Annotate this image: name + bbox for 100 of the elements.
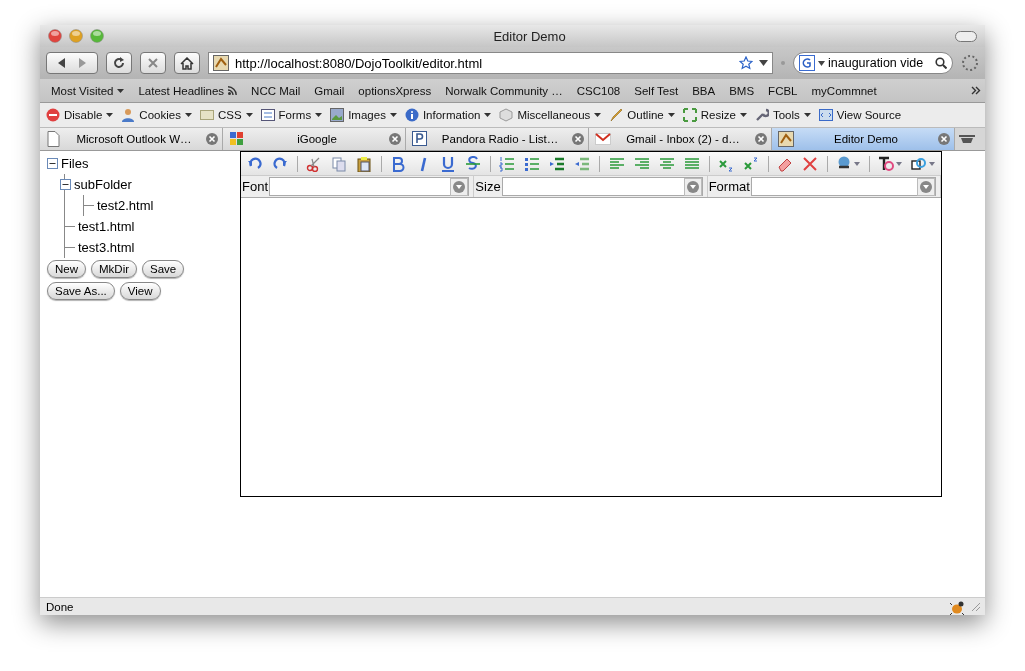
toolbar-menu-button[interactable]: CSS <box>195 108 257 122</box>
bookmark-link[interactable]: Gmail <box>307 84 352 97</box>
home-button[interactable] <box>174 52 200 74</box>
toolbar-menu-button[interactable]: Cookies <box>117 108 196 122</box>
text-color-icon[interactable] <box>878 155 902 172</box>
close-icon[interactable] <box>389 133 401 145</box>
page-icon <box>46 131 62 147</box>
tree-item[interactable]: Files <box>61 156 89 171</box>
align-right-icon[interactable] <box>633 155 650 172</box>
google-icon <box>229 131 245 147</box>
bookmark-link[interactable]: BBA <box>685 84 723 97</box>
star-icon <box>739 56 753 70</box>
close-icon[interactable] <box>572 133 584 145</box>
undo-icon[interactable] <box>247 155 263 172</box>
stop-button[interactable] <box>140 52 166 74</box>
align-center-icon[interactable] <box>658 155 675 172</box>
resize-icon <box>682 108 697 122</box>
action-button[interactable]: MkDir <box>91 260 138 278</box>
clipboard-icon[interactable] <box>356 155 373 172</box>
tree-item[interactable]: test3.html <box>78 240 135 255</box>
delete-icon[interactable] <box>801 155 818 172</box>
toolbar-menu-button[interactable]: Tools <box>750 108 815 122</box>
image-icon <box>330 108 345 122</box>
underline-icon[interactable] <box>440 155 457 172</box>
browser-tab[interactable]: Pandora Radio - List… <box>406 128 589 150</box>
toolbar-menu-button[interactable]: Resize <box>678 108 751 122</box>
combo-field[interactable] <box>501 177 703 196</box>
numbered-list-icon[interactable] <box>499 155 516 172</box>
collapse-icon[interactable] <box>60 179 71 190</box>
search-field[interactable]: inauguration vide <box>793 52 953 74</box>
combo-field[interactable] <box>269 177 470 196</box>
action-button[interactable]: Save <box>142 260 185 278</box>
indent-icon[interactable] <box>549 155 566 172</box>
info-icon <box>404 108 419 122</box>
close-icon[interactable] <box>938 133 950 145</box>
css-icon <box>199 108 214 122</box>
toolbar-menu-button[interactable]: Miscellaneous <box>495 108 606 122</box>
back-forward-button[interactable] <box>46 52 98 74</box>
address-field[interactable]: http://localhost:8080/DojoToolkit/editor.html <box>208 52 773 74</box>
toolbar-menu-button[interactable]: Information <box>400 108 496 122</box>
browser-tab[interactable]: Editor Demo <box>772 128 955 150</box>
bookmark-link[interactable]: Norwalk Community … <box>438 84 570 97</box>
bookmark-link[interactable]: BMS <box>722 84 762 97</box>
align-left-icon[interactable] <box>608 155 625 172</box>
browser-tab[interactable]: iGoogle <box>223 128 406 150</box>
field-label: Size <box>474 179 502 194</box>
toolbar-menu-button[interactable]: Outline <box>605 108 679 122</box>
close-icon[interactable] <box>755 133 767 145</box>
highlight-color-icon[interactable] <box>911 155 935 172</box>
close-button[interactable] <box>48 29 62 43</box>
status-text: Done <box>46 600 75 613</box>
bookmark-link[interactable]: FCBL <box>761 84 805 97</box>
outdent-icon[interactable] <box>574 155 591 172</box>
toolbar-menu-button[interactable]: Disable <box>42 108 118 122</box>
tree-item[interactable]: test2.html <box>97 198 154 213</box>
superscript-icon[interactable] <box>742 155 759 172</box>
browser-tab[interactable]: Gmail - Inbox (2) - d… <box>589 128 772 150</box>
redo-icon[interactable] <box>272 155 288 172</box>
list-tabs-icon[interactable] <box>959 134 975 144</box>
bookmark-link[interactable]: Latest Headlines <box>131 84 245 97</box>
collapse-icon[interactable] <box>47 158 58 169</box>
google-icon <box>799 55 815 71</box>
form-icon <box>260 108 275 122</box>
site-icon <box>778 131 794 147</box>
bookmark-link[interactable]: Most Visited <box>44 84 132 97</box>
cube-icon <box>499 108 514 122</box>
toolbar-menu-button[interactable]: Forms <box>256 108 327 122</box>
tree-item[interactable]: subFolder <box>74 177 132 192</box>
toolbar-menu-button[interactable]: View Source <box>814 108 906 122</box>
field-label: Font <box>241 179 269 194</box>
bold-icon[interactable] <box>390 155 407 172</box>
person-icon <box>121 108 136 122</box>
dot-icon <box>781 61 785 65</box>
close-icon[interactable] <box>206 133 218 145</box>
tree-item[interactable]: test1.html <box>78 219 135 234</box>
pandora-icon <box>412 131 428 147</box>
site-icon <box>213 55 229 71</box>
resize-grip-icon <box>971 601 981 612</box>
bookmark-link[interactable]: optionsXpress <box>351 84 439 97</box>
toolbar-menu-button[interactable]: Images <box>326 108 401 122</box>
chevron-icon[interactable] <box>971 86 981 95</box>
action-button[interactable]: View <box>119 282 161 300</box>
search-icon <box>935 57 947 69</box>
dropdown-icon <box>818 60 825 66</box>
combo-field[interactable] <box>750 177 936 196</box>
strikethrough-icon[interactable] <box>465 155 482 172</box>
browser-tab[interactable]: Microsoft Outlook W… <box>40 128 223 150</box>
copy-icon[interactable] <box>331 155 348 172</box>
field-label: Format <box>707 179 751 194</box>
action-button[interactable]: Save As... <box>47 282 115 300</box>
bookmark-link[interactable]: NCC Mail <box>244 84 308 97</box>
toolbar-toggle-button[interactable] <box>955 30 977 42</box>
bookmark-link[interactable]: myCommnet <box>804 84 884 97</box>
source-icon <box>818 108 833 122</box>
reload-button[interactable] <box>106 52 132 74</box>
justify-icon[interactable] <box>683 155 700 172</box>
bookmark-link[interactable]: Self Test <box>627 84 686 97</box>
action-button[interactable]: New <box>47 260 86 278</box>
bulleted-list-icon[interactable] <box>524 155 541 172</box>
bookmark-link[interactable]: CSC108 <box>569 84 628 97</box>
